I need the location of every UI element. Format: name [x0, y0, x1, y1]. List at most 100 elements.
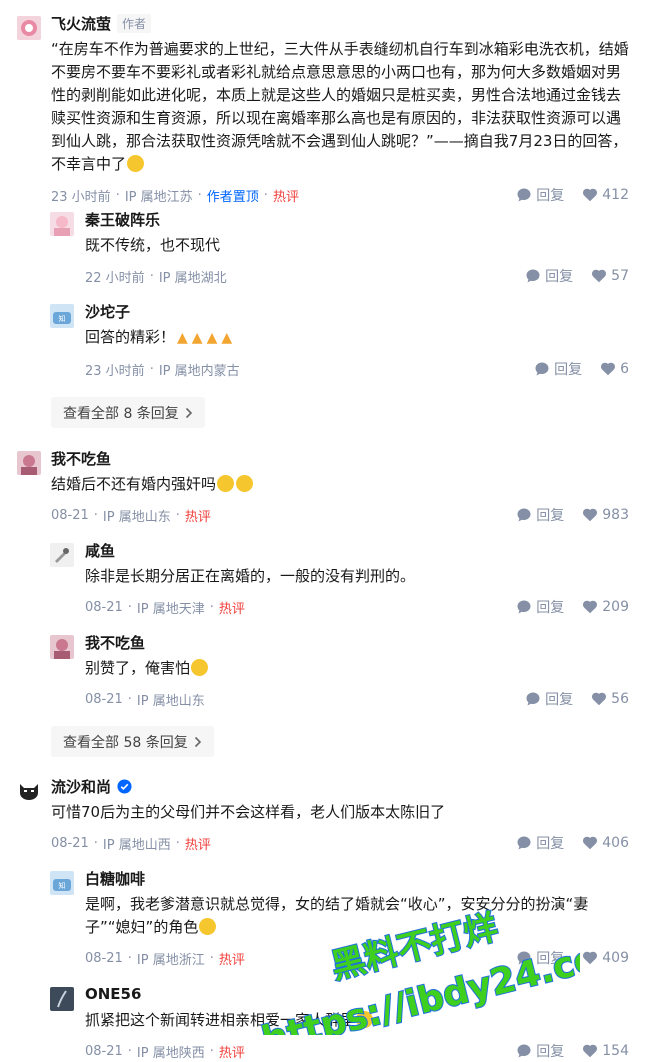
thumbs-up-emoji-icon: ▲ [221, 330, 233, 346]
reply-button[interactable]: 回复 [516, 505, 564, 525]
avatar[interactable] [17, 451, 41, 475]
like-button[interactable]: 57 [591, 268, 629, 284]
reply-icon [526, 269, 540, 283]
avatar[interactable] [17, 779, 41, 803]
reply-icon [517, 836, 531, 850]
ip-location: IP 属地山西 [102, 837, 171, 853]
avatar[interactable] [50, 987, 74, 1011]
comment-time: 08-21 [85, 691, 123, 707]
laugh-emoji-icon [127, 155, 145, 172]
view-all-replies-button[interactable]: 查看全部 8 条回复 [51, 397, 205, 428]
smile-emoji-icon [356, 1011, 374, 1028]
comment-text: 除非是长期分居正在离婚的，一般的没有判刑的。 [85, 567, 416, 585]
like-count: 57 [611, 268, 629, 284]
heart-icon [583, 1044, 598, 1058]
reply-icon [517, 508, 531, 522]
smirk-emoji-icon [217, 475, 235, 492]
like-button[interactable]: 154 [582, 1043, 629, 1059]
reply-button[interactable]: 回复 [534, 359, 582, 379]
like-button[interactable]: 209 [582, 599, 629, 615]
reply-button[interactable]: 回复 [525, 689, 573, 709]
like-count: 154 [602, 1043, 629, 1059]
like-button[interactable]: 406 [582, 835, 629, 851]
comment-author[interactable]: 流沙和尚 [51, 776, 111, 797]
view-all-replies-button[interactable]: 查看全部 58 条回复 [51, 726, 214, 757]
ip-location: IP 属地江苏 [124, 189, 193, 205]
comment-author[interactable]: 白糖咖啡 [85, 868, 145, 889]
heart-icon [583, 188, 598, 202]
avatar[interactable] [50, 635, 74, 659]
comment-text: 别赞了，俺害怕 [85, 657, 629, 680]
reply-button[interactable]: 回复 [516, 185, 564, 205]
ip-location: IP 属地山东 [102, 509, 171, 525]
ip-location: IP 属地湖北 [158, 270, 227, 286]
comment-text: 既不传统，也不现代 [85, 236, 221, 254]
thumbs-up-emoji-icon: ▲ [206, 330, 218, 346]
comment-text: 是啊，我老爹潜意识就总觉得，女的结了婚就会“收心”，安安分分的扮演“妻子”“媳妇… [85, 895, 589, 936]
comment-author[interactable]: 我不吃鱼 [51, 448, 111, 469]
heart-icon [583, 508, 598, 522]
like-count: 56 [611, 691, 629, 707]
comment-time: 23 小时前 [85, 363, 145, 379]
like-count: 209 [602, 599, 629, 615]
comment-time: 23 小时前 [51, 189, 111, 205]
grin-emoji-icon [199, 918, 217, 935]
like-button[interactable]: 412 [582, 187, 629, 203]
ip-location: IP 属地陕西 [136, 1045, 205, 1061]
hot-label: 热评 [272, 189, 299, 205]
comment-author[interactable]: ONE56 [85, 985, 141, 1003]
comment-author[interactable]: 飞火流萤 [51, 13, 111, 34]
svg-text:知: 知 [59, 881, 66, 890]
comment-page: 飞火流萤 作者 “在房车不作为普遍要求的上世纪，三大件从手表缝纫机自行车到冰箱彩… [0, 0, 649, 1062]
like-count: 6 [620, 361, 629, 377]
reply-button[interactable]: 回复 [516, 948, 564, 968]
like-button[interactable]: 983 [582, 507, 629, 523]
reply-button[interactable]: 回复 [516, 1041, 564, 1061]
ip-location: IP 属地内蒙古 [158, 363, 240, 379]
like-count: 409 [602, 950, 629, 966]
reply-button[interactable]: 回复 [516, 833, 564, 853]
hot-label: 热评 [218, 952, 245, 968]
hot-label: 热评 [184, 837, 211, 853]
comment-author[interactable]: 秦王破阵乐 [85, 209, 160, 230]
comment-author[interactable]: 我不吃鱼 [85, 632, 145, 653]
comment-text: 回答的精彩！ ▲ ▲ ▲ ▲ [85, 326, 629, 350]
like-button[interactable]: 56 [591, 691, 629, 707]
hot-label: 热评 [218, 601, 245, 617]
reply-icon [517, 1044, 531, 1058]
comment-time: 08-21 [85, 599, 123, 615]
comment-text: “在房车不作为普遍要求的上世纪，三大件从手表缝纫机自行车到冰箱彩电洗衣机，结婚不… [51, 40, 629, 173]
like-count: 412 [602, 187, 629, 203]
avatar[interactable]: 知 [50, 871, 74, 895]
reply-button[interactable]: 回复 [516, 597, 564, 617]
comment-time: 22 小时前 [85, 270, 145, 286]
thumbs-up-emoji-icon: ▲ [177, 330, 188, 346]
comment-time: 08-21 [51, 507, 89, 523]
ip-location: IP 属地山东 [136, 693, 205, 709]
comment-text: 结婚后不还有婚内强奸吗 [51, 473, 629, 496]
smirk-emoji-icon [236, 475, 254, 492]
avatar[interactable] [17, 16, 41, 40]
reply-icon [517, 951, 531, 965]
reply-icon [517, 188, 531, 202]
like-button[interactable]: 409 [582, 950, 629, 966]
comment-author[interactable]: 沙坨子 [85, 301, 130, 322]
hot-label: 热评 [218, 1045, 245, 1061]
heart-icon [583, 600, 598, 614]
comment-time: 08-21 [85, 950, 123, 966]
thumbs-up-emoji-icon: ▲ [191, 330, 203, 346]
author-badge: 作者 [117, 13, 152, 33]
ip-location: IP 属地浙江 [136, 952, 205, 968]
heart-icon [592, 269, 607, 283]
heart-icon [583, 836, 598, 850]
svg-text:知: 知 [59, 314, 66, 323]
avatar[interactable] [50, 212, 74, 236]
reply-button[interactable]: 回复 [525, 266, 573, 286]
like-button[interactable]: 6 [600, 361, 629, 377]
avatar[interactable]: 知 [50, 304, 74, 328]
reply-icon [535, 362, 549, 376]
comment-time: 08-21 [85, 1043, 123, 1059]
comment-author[interactable]: 咸鱼 [85, 540, 115, 561]
like-count: 406 [602, 835, 629, 851]
avatar[interactable] [50, 543, 74, 567]
